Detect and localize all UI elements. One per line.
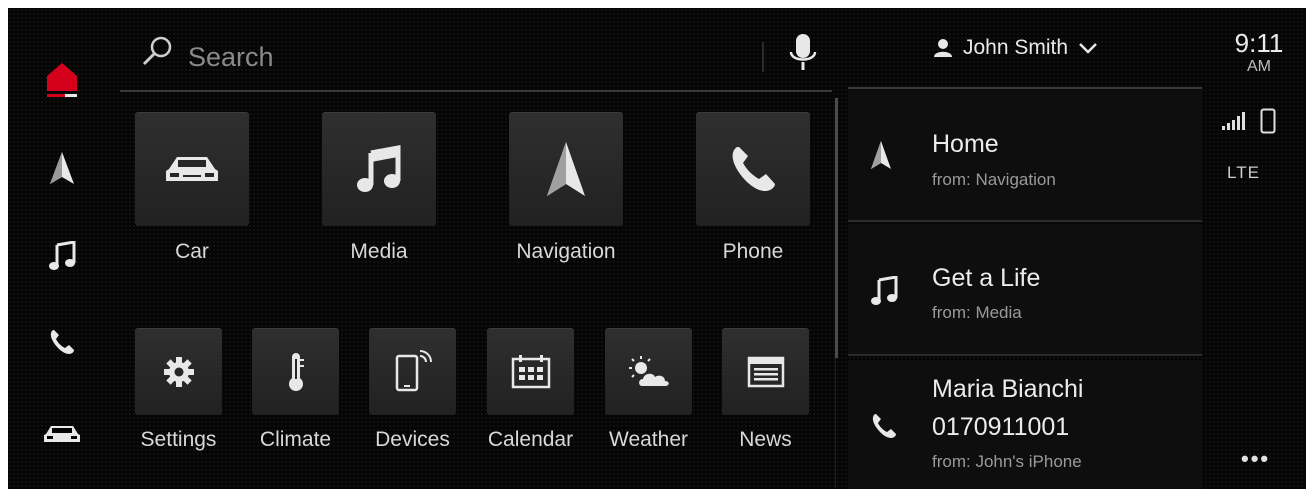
device-icon	[395, 349, 432, 391]
app-label-phone: Phone	[722, 240, 784, 263]
app-tile-navigation[interactable]	[509, 112, 623, 226]
navigation-icon	[547, 142, 585, 196]
music-icon	[49, 241, 76, 270]
app-label-climate: Climate	[259, 428, 332, 451]
app-label-weather: Weather	[609, 428, 688, 451]
app-label-car: Car	[175, 240, 209, 263]
suggestion-card-call[interactable]: Maria Bianchi 0170911001 from: John's iP…	[848, 360, 1202, 489]
navigation-icon	[871, 141, 891, 169]
app-tile-phone[interactable]	[696, 112, 810, 226]
weather-icon	[628, 355, 669, 386]
suggestion-card-home[interactable]: Home from: Navigation	[848, 90, 1202, 222]
phone-icon	[50, 330, 74, 354]
thermometer-icon	[288, 352, 304, 391]
panel-divider	[835, 358, 836, 488]
car-icon	[44, 426, 80, 442]
suggestion-contact-name: Maria Bianchi	[932, 375, 1084, 403]
rail-item-home[interactable]	[40, 58, 84, 102]
infotainment-screen: Search John Smith 9:11 AM LTE ••• Car Me…	[8, 8, 1306, 489]
news-icon	[747, 356, 784, 387]
microphone-icon[interactable]	[788, 32, 818, 76]
app-label-settings: Settings	[140, 428, 217, 451]
user-divider	[848, 87, 1202, 89]
app-label-media: Media	[350, 240, 408, 263]
home-icon	[47, 63, 77, 97]
app-tile-settings[interactable]	[135, 328, 222, 415]
app-tile-climate[interactable]	[252, 328, 339, 415]
suggestion-title: Get a Life	[932, 264, 1041, 292]
app-tile-calendar[interactable]	[487, 328, 574, 415]
app-label-devices: Devices	[375, 428, 450, 451]
more-icon[interactable]: •••	[1241, 446, 1270, 472]
rail-item-phone[interactable]	[40, 320, 84, 364]
app-label-calendar: Calendar	[487, 428, 574, 451]
side-rail	[8, 8, 113, 489]
user-profile-selector[interactable]: John Smith	[933, 36, 1098, 60]
suggestion-source: from: Navigation	[932, 170, 1056, 189]
suggestion-card-media[interactable]: Get a Life from: Media	[848, 224, 1202, 356]
search-divider	[762, 42, 764, 72]
car-icon	[166, 157, 218, 181]
app-tile-car[interactable]	[135, 112, 249, 226]
clock-time: 9:11	[1234, 28, 1284, 58]
user-name: John Smith	[963, 36, 1069, 59]
calendar-icon	[511, 354, 550, 388]
rail-item-navigation[interactable]	[40, 146, 84, 190]
rail-item-media[interactable]	[40, 234, 84, 278]
navigation-icon	[50, 152, 74, 184]
search-icon	[142, 36, 172, 66]
app-label-news: News	[739, 428, 792, 451]
rail-item-car[interactable]	[40, 412, 84, 456]
status-icons	[1222, 108, 1276, 134]
suggestion-source: from: John's iPhone	[932, 452, 1082, 471]
chevron-down-icon	[1079, 43, 1097, 54]
music-icon	[357, 145, 401, 192]
app-tile-media[interactable]	[322, 112, 436, 226]
gear-icon	[163, 356, 194, 387]
phone-icon	[872, 414, 896, 438]
search-bar[interactable]: Search	[120, 20, 832, 92]
music-icon	[871, 276, 898, 305]
app-tile-devices[interactable]	[369, 328, 456, 415]
app-label-navigation: Navigation	[516, 240, 616, 263]
app-grid-scrollbar[interactable]	[835, 98, 838, 358]
suggestion-title: Home	[932, 130, 999, 158]
suggestion-source: from: Media	[932, 303, 1022, 322]
network-type: LTE	[1227, 163, 1260, 182]
phone-icon	[732, 147, 775, 191]
smartphone-icon	[1260, 108, 1276, 134]
suggestion-contact-number: 0170911001	[932, 413, 1070, 441]
app-tile-news[interactable]	[722, 328, 809, 415]
clock-ampm: AM	[1247, 58, 1271, 75]
search-placeholder: Search	[188, 42, 274, 72]
signal-icon	[1222, 112, 1245, 130]
app-tile-weather[interactable]	[605, 328, 692, 415]
person-icon	[934, 39, 952, 57]
